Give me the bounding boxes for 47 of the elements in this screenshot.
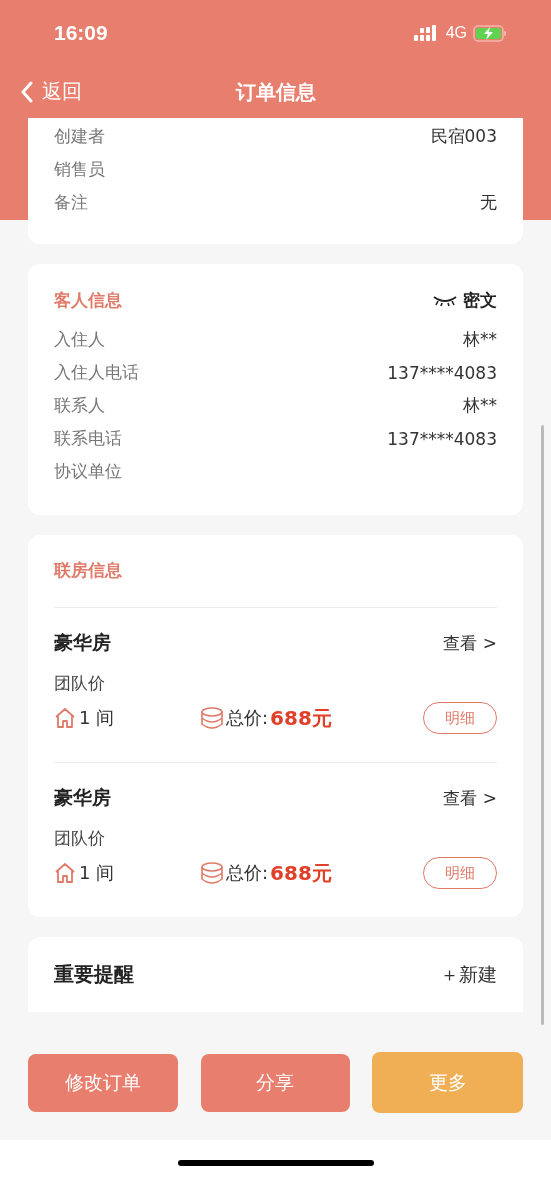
room-name: 豪华房 bbox=[54, 630, 111, 655]
back-button[interactable]: 返回 bbox=[18, 76, 84, 107]
field-label: 联系人 bbox=[54, 394, 105, 417]
coins-icon bbox=[200, 707, 224, 729]
privacy-toggle[interactable]: 密文 bbox=[433, 289, 497, 312]
field-value: 137****4083 bbox=[387, 362, 497, 383]
detail-button[interactable]: 明细 bbox=[423, 702, 497, 734]
coins-icon bbox=[200, 862, 224, 884]
field-value: 无 bbox=[480, 191, 497, 214]
status-time: 16:09 bbox=[54, 21, 108, 45]
view-link[interactable]: 查看 > bbox=[443, 786, 497, 810]
field-label: 销售员 bbox=[54, 158, 105, 181]
total-label: 总价: bbox=[226, 706, 269, 730]
rate-type: 团队价 bbox=[54, 827, 106, 850]
action-button[interactable]: 分享 bbox=[200, 1053, 350, 1112]
action-button[interactable]: 修改订单 bbox=[28, 1053, 178, 1112]
battery-charging-icon bbox=[473, 24, 507, 42]
view-link[interactable]: 查看 > bbox=[443, 631, 497, 655]
detail-button[interactable]: 明细 bbox=[423, 857, 497, 889]
house-icon bbox=[54, 862, 76, 884]
section-title: 重要提醒 bbox=[54, 961, 134, 988]
field-value: 民宿003 bbox=[430, 125, 497, 148]
field-label: 备注 bbox=[54, 191, 88, 214]
field-value: 林** bbox=[463, 328, 497, 351]
total-label: 总价: bbox=[226, 861, 269, 885]
field-label: 创建者 bbox=[54, 125, 105, 148]
back-chevron-icon bbox=[20, 80, 34, 103]
room-count: 1 间 bbox=[79, 861, 115, 885]
action-button[interactable]: 更多 bbox=[372, 1052, 523, 1113]
field-label: 入住人电话 bbox=[54, 361, 139, 384]
section-title: 联房信息 bbox=[54, 559, 123, 582]
field-value: 137****4083 bbox=[387, 428, 497, 449]
field-label: 入住人 bbox=[54, 328, 105, 351]
rate-type: 团队价 bbox=[54, 672, 106, 695]
field-label: 协议单位 bbox=[54, 460, 122, 483]
page-title: 订单信息 bbox=[235, 78, 316, 106]
new-reminder-button[interactable]: ＋新建 bbox=[440, 961, 497, 988]
field-label: 联系电话 bbox=[54, 427, 122, 450]
house-icon bbox=[54, 707, 76, 729]
closed-eye-icon bbox=[433, 294, 457, 307]
room-name: 豪华房 bbox=[54, 785, 111, 810]
network-type: 4G bbox=[445, 24, 467, 42]
total-price: 688元 bbox=[270, 704, 332, 732]
section-title: 客人信息 bbox=[54, 289, 122, 312]
field-value: 林** bbox=[463, 394, 497, 417]
total-price: 688元 bbox=[270, 859, 332, 887]
room-count: 1 间 bbox=[79, 706, 115, 730]
